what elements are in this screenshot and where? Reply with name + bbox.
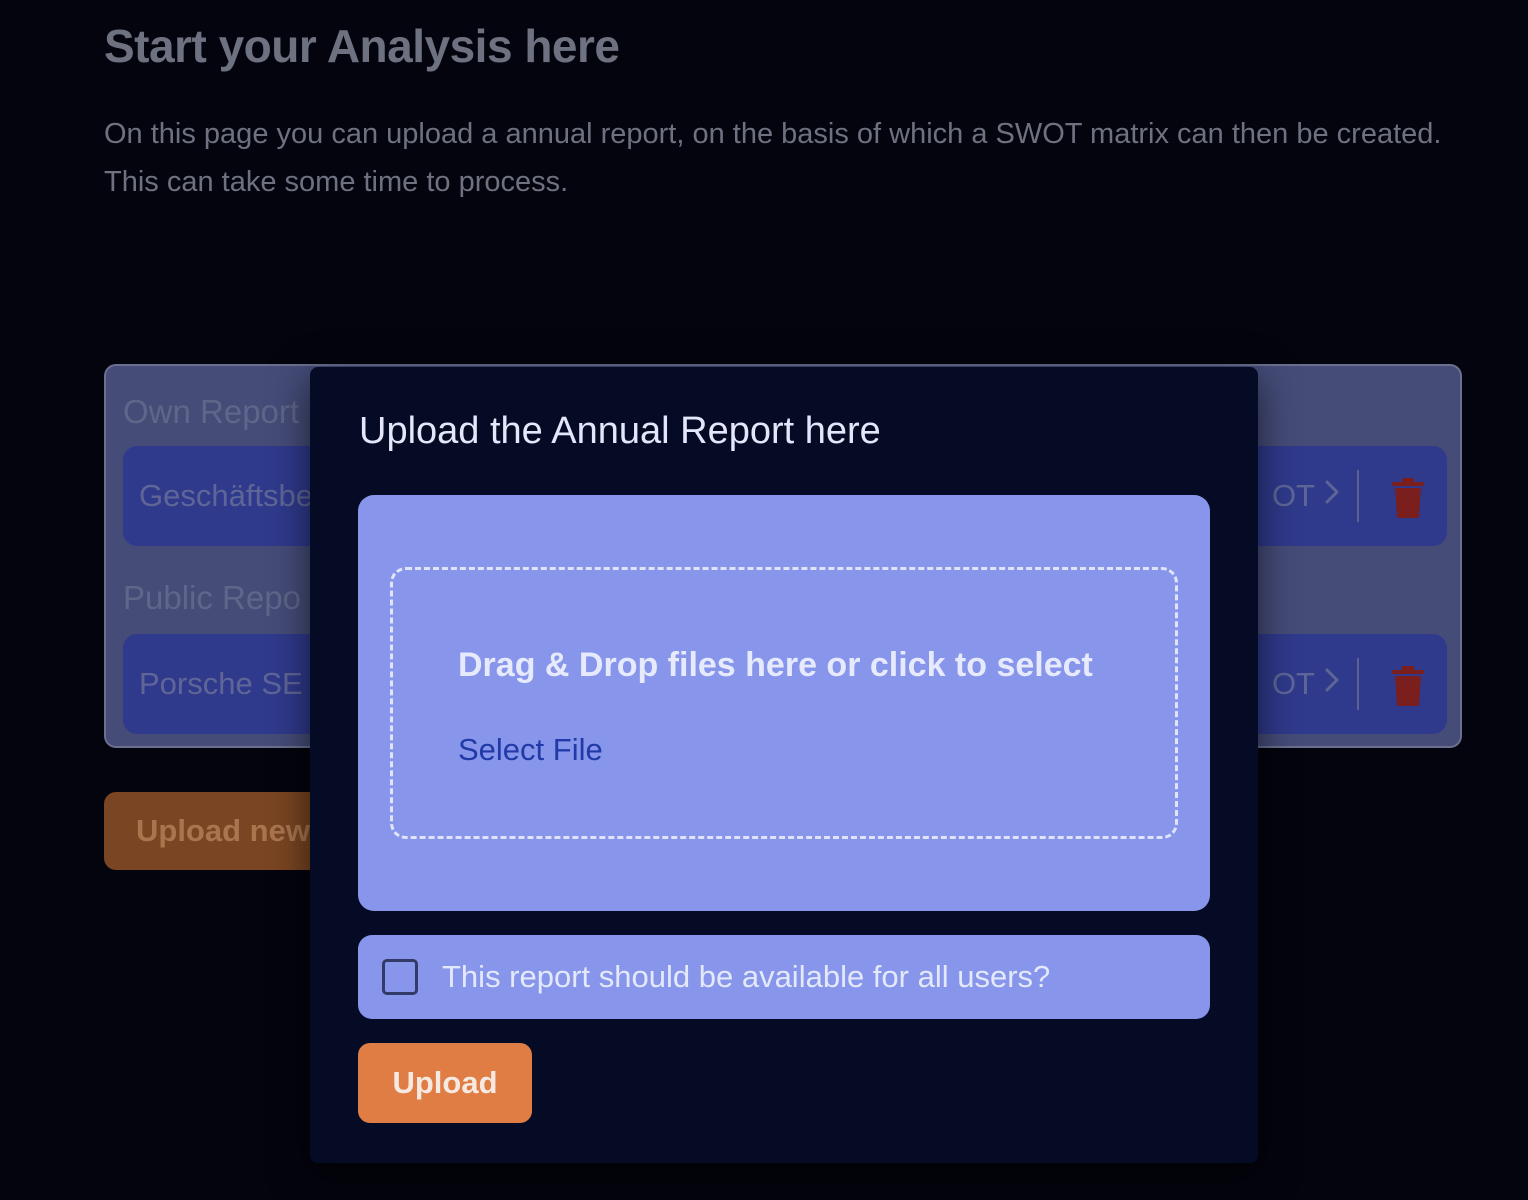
upload-modal: Upload the Annual Report here Drag & Dro… xyxy=(310,367,1258,1163)
row-divider xyxy=(1357,658,1359,710)
report-name: Geschäftsbe xyxy=(139,478,314,513)
page-title: Start your Analysis here xyxy=(104,20,620,72)
upload-new-button[interactable]: Upload new xyxy=(104,792,344,870)
chevron-right-icon xyxy=(1325,480,1339,504)
public-reports-heading: Public Repo xyxy=(123,579,301,616)
dropzone-instructions: Drag & Drop files here or click to selec… xyxy=(458,646,1093,684)
create-swot-link[interactable]: OT xyxy=(1272,664,1339,704)
chevron-right-icon xyxy=(1325,668,1339,692)
own-reports-heading: Own Report xyxy=(123,393,300,430)
dropzone-card: Drag & Drop files here or click to selec… xyxy=(358,495,1210,911)
trash-icon[interactable] xyxy=(1391,666,1425,706)
upload-button[interactable]: Upload xyxy=(358,1043,532,1123)
create-swot-label: OT xyxy=(1271,478,1315,513)
report-name: Porsche SE xyxy=(139,666,303,701)
public-report-checkbox[interactable] xyxy=(382,959,418,995)
trash-icon[interactable] xyxy=(1391,478,1425,518)
create-swot-link[interactable]: OT xyxy=(1272,476,1339,516)
modal-title: Upload the Annual Report here xyxy=(359,410,881,452)
public-report-label[interactable]: This report should be available for all … xyxy=(442,957,1050,997)
select-file-link[interactable]: Select File xyxy=(458,730,603,770)
page-description: On this page you can upload a annual rep… xyxy=(104,118,1442,198)
file-dropzone[interactable]: Drag & Drop files here or click to selec… xyxy=(390,567,1178,839)
create-swot-label: OT xyxy=(1271,666,1315,701)
row-divider xyxy=(1357,470,1359,522)
public-report-option: This report should be available for all … xyxy=(358,935,1210,1019)
